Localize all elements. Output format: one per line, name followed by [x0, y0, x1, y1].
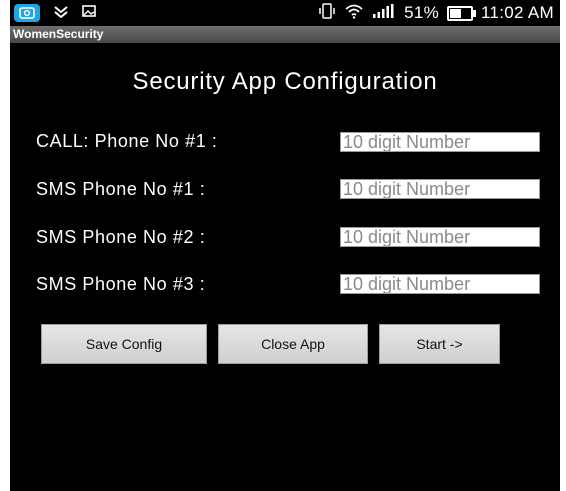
vibrate-icon: [318, 2, 336, 24]
signal-icon: [372, 3, 396, 24]
page-title: Security App Configuration: [132, 68, 438, 95]
status-icons-left: [14, 3, 96, 23]
start-button[interactable]: Start ->: [379, 324, 500, 364]
sms-phone-1-input[interactable]: [340, 179, 540, 199]
sms-phone-2-label: SMS Phone No #2 :: [36, 227, 206, 247]
clock: 11:02 AM: [481, 3, 554, 22]
app-icon: [14, 4, 40, 22]
call-phone-1-input[interactable]: [340, 132, 540, 152]
save-config-button[interactable]: Save Config: [41, 324, 207, 364]
sms-phone-3-input[interactable]: [340, 274, 540, 294]
app-title-bar: WomenSecurity: [10, 26, 560, 43]
phone-screen: 51% 11:02 AM WomenSecurity Security App …: [10, 0, 560, 491]
status-bar: 51% 11:02 AM: [10, 0, 560, 26]
close-app-button[interactable]: Close App: [218, 324, 368, 364]
sms-phone-3-label: SMS Phone No #3 :: [36, 274, 206, 294]
battery-percent: 51%: [404, 3, 440, 22]
wifi-icon: [344, 3, 364, 24]
image-icon: [82, 4, 96, 22]
status-icons-right: 51% 11:02 AM: [318, 2, 554, 24]
battery-icon: [447, 5, 477, 21]
sms-phone-2-input[interactable]: [340, 227, 540, 247]
notification-icon: [54, 4, 68, 23]
battery-level: [450, 8, 462, 18]
sms-phone-1-label: SMS Phone No #1 :: [36, 179, 206, 199]
call-phone-1-label: CALL: Phone No #1 :: [36, 131, 218, 151]
